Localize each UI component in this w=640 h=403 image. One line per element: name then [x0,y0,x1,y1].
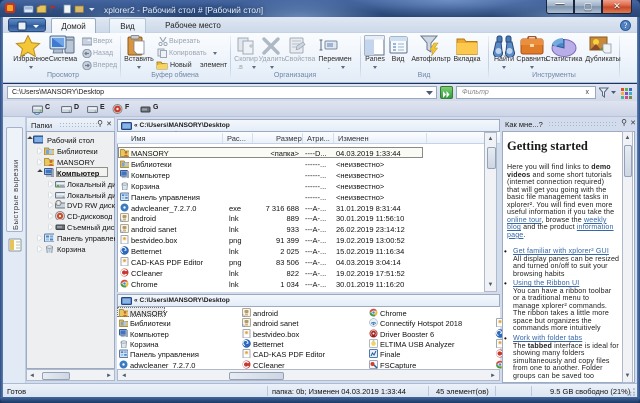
svg-text:?: ? [624,21,628,30]
